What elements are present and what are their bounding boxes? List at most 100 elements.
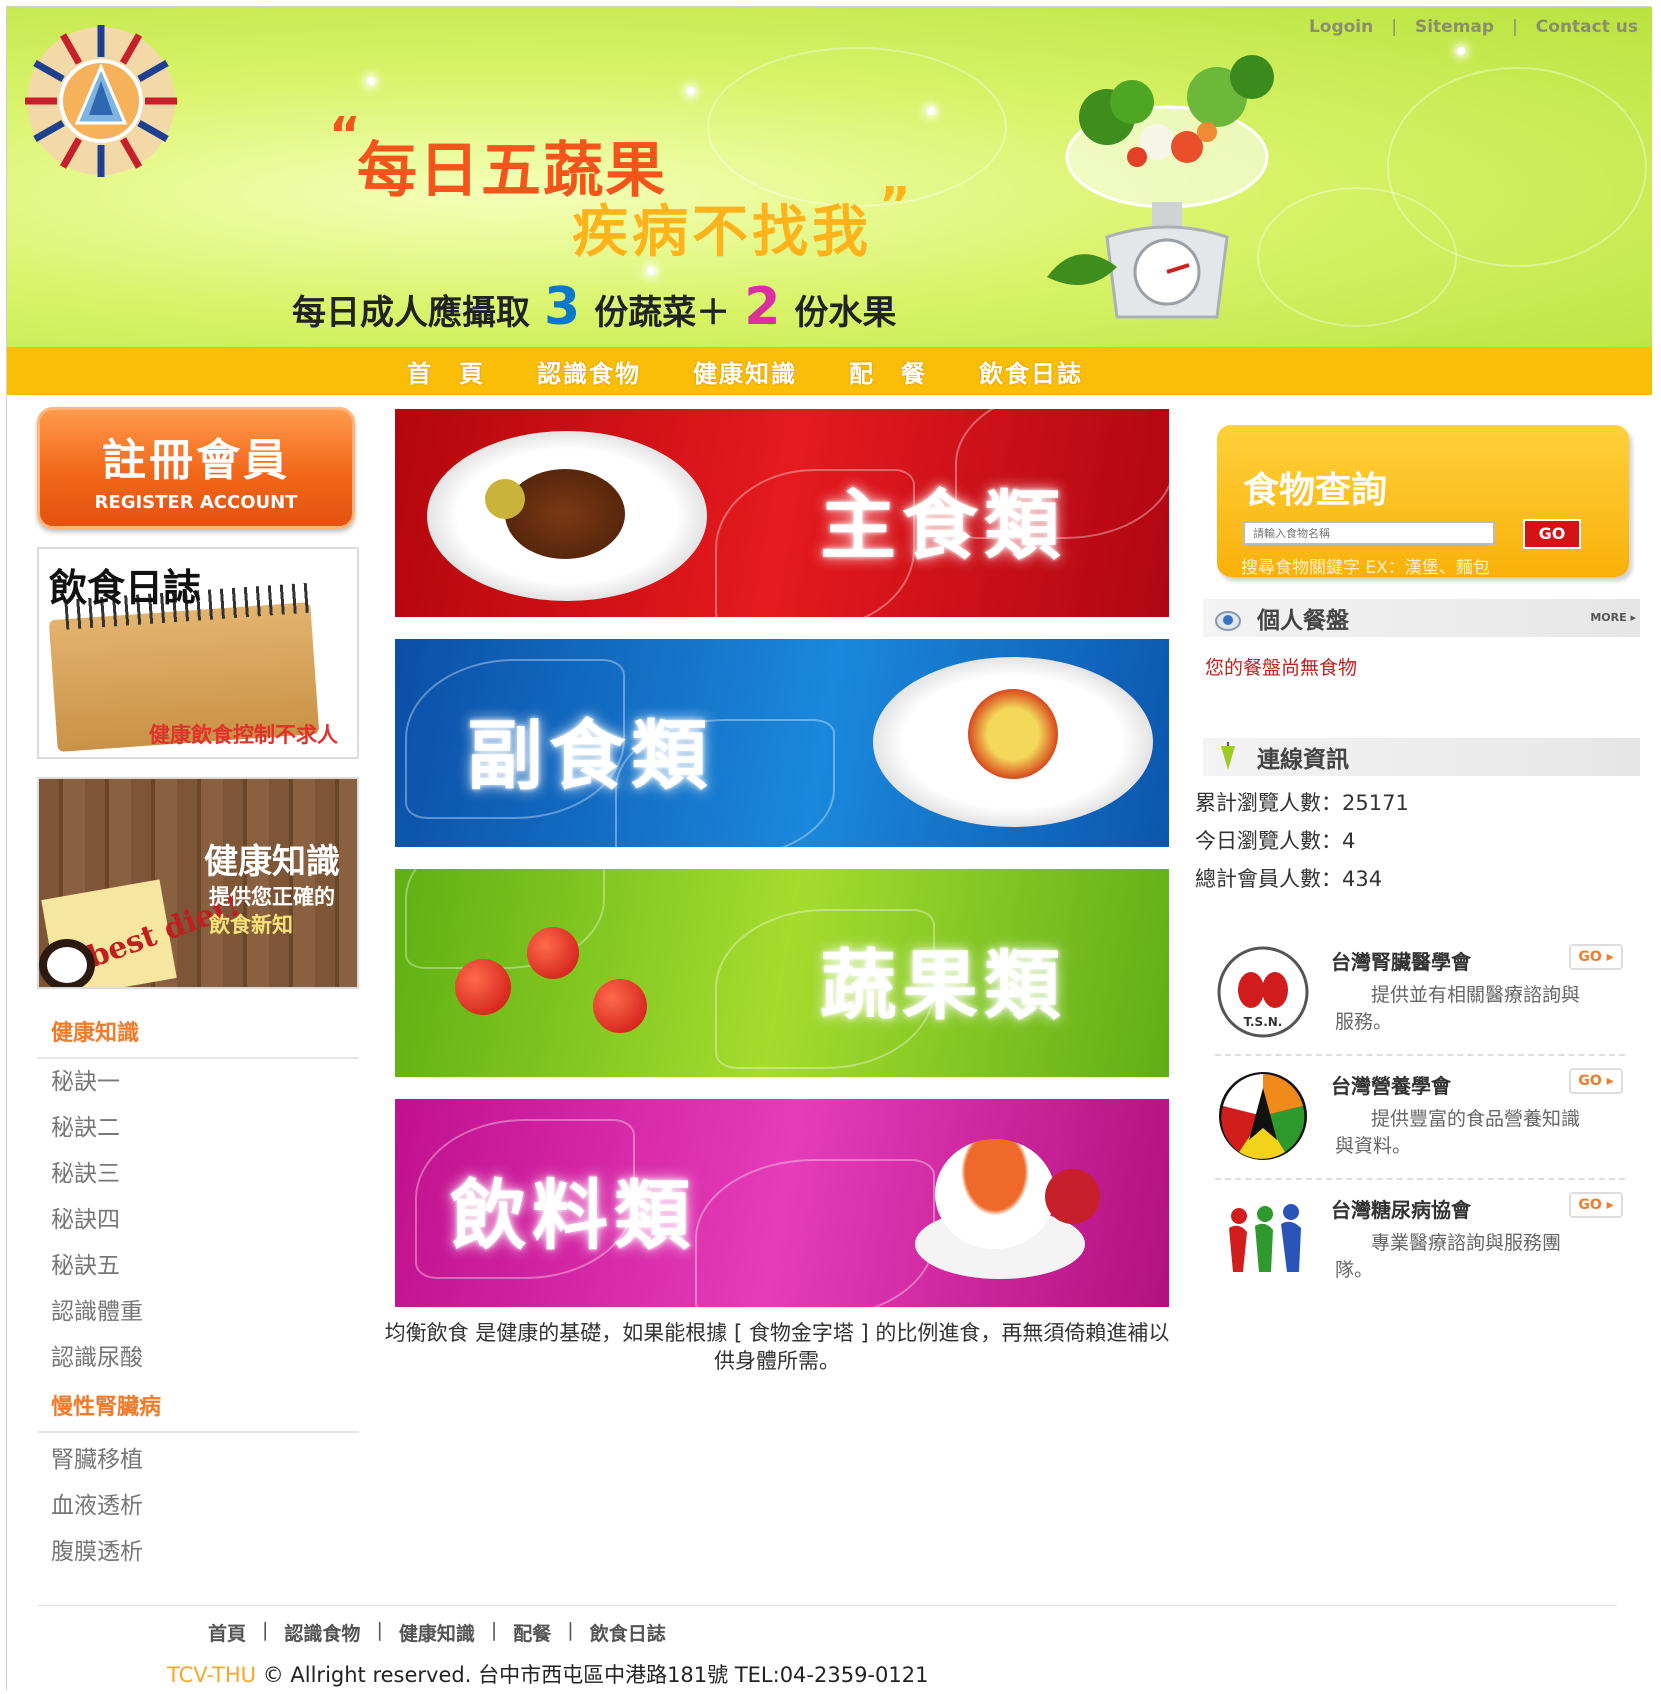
tomato-icon (527, 927, 579, 979)
guideline-text-1: 每日成人應攝取 (292, 293, 530, 333)
org-nutrition-society: 台灣營養學會 GO ▸ 提供豐富的食品營養知識與資料。 (1215, 1056, 1625, 1180)
health-promo-line-1: 提供您正確的 (209, 885, 335, 909)
footer-brand: TCV-THU (167, 1663, 257, 1687)
nav-home[interactable]: 首 頁 (407, 354, 485, 389)
more-link[interactable]: MORE ▸ (1590, 611, 1636, 624)
sidebar-item-kidney-transplant[interactable]: 腎臟移植 (37, 1437, 367, 1483)
site-logo (25, 25, 177, 177)
banner-fruit-veg[interactable]: 蔬果類 (395, 869, 1169, 1077)
quote-open-icon: “ (329, 107, 361, 163)
nav-health-knowledge[interactable]: 健康知識 (693, 354, 797, 389)
decor-swirl (707, 47, 1007, 207)
connection-info-title: 連線資訊 (1257, 746, 1349, 773)
sidebar-item-tip-4[interactable]: 秘訣四 (37, 1197, 367, 1243)
vegetable-serving-number: 3 (544, 277, 581, 337)
org-go-button[interactable]: GO ▸ (1569, 1068, 1623, 1094)
banner-side-dish[interactable]: 副食類 (395, 639, 1169, 847)
diet-diary-promo[interactable]: 飲食日誌 健康飲食控制不求人 (37, 547, 359, 759)
top-links: Logoin | Sitemap | Contact us (1309, 17, 1638, 37)
plate-empty-message: 您的餐盤尚無食物 (1205, 657, 1358, 679)
footer-nav: 首頁 | 認識食物 | 健康知識 | 配餐 | 飲食日誌 (192, 1619, 682, 1646)
tsn-logo-icon: T.S.N. (1217, 946, 1309, 1038)
stat-today-views: 今日瀏覽人數：4 (1195, 822, 1640, 860)
stat-label: 今日瀏覽人數： (1195, 829, 1342, 853)
copyright-text: © Allright reserved. 台中市西屯區中港路181號 TEL:0… (256, 1663, 929, 1687)
ckd-list: 腎臟移植 血液透析 腹膜透析 (37, 1437, 367, 1575)
food-search-input[interactable] (1243, 521, 1495, 545)
sidebar-item-body-weight[interactable]: 認識體重 (37, 1289, 367, 1335)
sidebar-item-peritoneal-dialysis[interactable]: 腹膜透析 (37, 1529, 367, 1575)
org-name: 台灣腎臟醫學會 (1331, 950, 1471, 974)
tomato-icon (455, 959, 511, 1015)
tomato-icon (593, 979, 647, 1033)
nutrition-society-logo-icon (1219, 1072, 1307, 1160)
personal-plate-header: 個人餐盤 MORE ▸ (1203, 599, 1640, 637)
sidebar-item-uric-acid[interactable]: 認識尿酸 (37, 1335, 367, 1381)
footer-link-health-knowledge[interactable]: 健康知識 (383, 1619, 491, 1646)
sidebar-item-tip-2[interactable]: 秘訣二 (37, 1105, 367, 1151)
login-link[interactable]: Logoin (1309, 17, 1373, 37)
stat-total-views: 累計瀏覽人數：25171 (1195, 784, 1640, 822)
partner-orgs: T.S.N. 台灣腎臟醫學會 GO ▸ 提供並有相關醫療諮詢與服務。 台灣營養學… (1195, 932, 1640, 1304)
heart-cookie-icon (1045, 1169, 1100, 1224)
sidebar-item-tip-1[interactable]: 秘訣一 (37, 1059, 367, 1105)
decor-sparkle (1457, 47, 1465, 55)
nav-meal-planning[interactable]: 配 餐 (849, 354, 927, 389)
health-promo-title: 健康知識 (204, 842, 340, 882)
salad-scale-illustration (1047, 55, 1274, 319)
footer-link-food-knowledge[interactable]: 認識食物 (268, 1619, 376, 1646)
food-search-panel: 食物查詢 GO 搜尋食物關鍵字 EX：漢堡、麵包 (1217, 425, 1629, 578)
quote-close-icon: ” (879, 177, 911, 233)
main-content: 主食類 副食類 蔬果類 飲料類 均衡飲食 是健康的基礎，如果能根據 [ 食物金字… (385, 409, 1169, 1375)
side-dish-icon (968, 689, 1058, 779)
footer-link-meal-planning[interactable]: 配餐 (497, 1619, 567, 1646)
sitemap-link[interactable]: Sitemap (1415, 17, 1494, 37)
search-go-button[interactable]: GO (1523, 519, 1581, 549)
sidebar-item-tip-5[interactable]: 秘訣五 (37, 1243, 367, 1289)
copyright: TCV-THU © Allright reserved. 台中市西屯區中港路18… (167, 1659, 928, 1689)
stat-value: 25171 (1342, 791, 1409, 815)
page: Logoin | Sitemap | Contact us “ 每日五蔬果 疾病… (6, 6, 1652, 1690)
food-search-title: 食物查詢 (1243, 469, 1388, 511)
diabetes-association-logo-icon (1229, 1204, 1301, 1272)
diary-promo-caption: 健康飲食控制不求人 (149, 723, 338, 747)
balanced-diet-caption: 均衡飲食 是健康的基礎，如果能根據 [ 食物金字塔 ] 的比例進食，再無須倚賴進… (384, 1321, 1170, 1373)
banner-staple-food[interactable]: 主食類 (395, 409, 1169, 617)
sidebar-item-tip-3[interactable]: 秘訣三 (37, 1151, 367, 1197)
separator: | (1391, 17, 1397, 37)
stat-value: 434 (1342, 867, 1383, 891)
stats-list: 累計瀏覽人數：25171 今日瀏覽人數：4 總計會員人數：434 (1195, 784, 1640, 898)
antenna-icon (1221, 742, 1235, 770)
serving-guideline: 每日成人應攝取 3 份蔬菜＋ 2 份水果 (292, 277, 896, 337)
org-diabetes-association: 台灣糖尿病協會 GO ▸ 專業醫療諮詢與服務團隊。 (1215, 1180, 1625, 1304)
decor-sparkle (367, 77, 375, 85)
banner-staple-label: 主食類 (820, 481, 1066, 570)
banner-beverage-label: 飲料類 (450, 1171, 696, 1260)
banner-beverage[interactable]: 飲料類 (395, 1099, 1169, 1307)
nav-food-knowledge[interactable]: 認識食物 (537, 354, 641, 389)
search-hint: 搜尋食物關鍵字 EX：漢堡、麵包 (1241, 558, 1490, 578)
personal-plate-title: 個人餐盤 (1257, 607, 1349, 634)
sidebar-item-hemodialysis[interactable]: 血液透析 (37, 1483, 367, 1529)
separator: | (1512, 17, 1518, 37)
org-go-button[interactable]: GO ▸ (1569, 1192, 1623, 1218)
ckd-heading: 慢性腎臟病 (37, 1389, 359, 1433)
contact-link[interactable]: Contact us (1536, 17, 1638, 37)
register-button[interactable]: 註冊會員 REGISTER ACCOUNT (37, 407, 355, 529)
org-description: 專業醫療諮詢與服務團隊。 (1335, 1232, 1562, 1281)
nav-diet-diary[interactable]: 飲食日誌 (979, 354, 1083, 389)
stat-total-members: 總計會員人數：434 (1195, 860, 1640, 898)
org-go-button[interactable]: GO ▸ (1569, 944, 1623, 970)
health-knowledge-heading: 健康知識 (37, 1015, 359, 1059)
header-banner: Logoin | Sitemap | Contact us “ 每日五蔬果 疾病… (7, 7, 1652, 347)
health-knowledge-promo[interactable]: best diet! 健康知識 提供您正確的 飲食新知 (37, 777, 359, 989)
register-subtitle: REGISTER ACCOUNT (94, 492, 298, 513)
diary-promo-title: 飲食日誌 (49, 565, 202, 610)
banner-fruit-veg-label: 蔬果類 (820, 941, 1066, 1030)
slogan-line-2: 疾病不找我 (572, 199, 872, 265)
coffee-cup-icon (39, 939, 95, 987)
decor-petal (695, 1159, 935, 1307)
register-title: 註冊會員 (102, 435, 290, 486)
footer-link-home[interactable]: 首頁 (192, 1619, 262, 1646)
footer-link-diet-diary[interactable]: 飲食日誌 (574, 1619, 682, 1646)
